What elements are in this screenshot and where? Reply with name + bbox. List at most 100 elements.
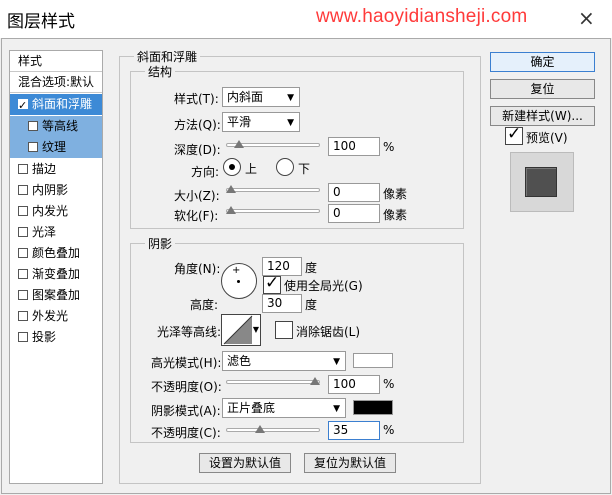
depth-label: 深度(D): (174, 143, 221, 157)
checkbox-color-overlay[interactable] (18, 248, 28, 258)
chevron-down-icon: ▼ (333, 357, 340, 367)
soften-unit: 像素 (383, 208, 408, 222)
shadow-opacity-track[interactable] (226, 428, 320, 432)
list-item-contour[interactable]: 等高线 (10, 116, 102, 137)
list-item-outer-glow[interactable]: 外发光 (10, 306, 102, 327)
depth-input[interactable]: 100 (328, 137, 380, 156)
shadow-opacity-label: 不透明度(C): (151, 426, 221, 440)
angle-unit: 度 (305, 261, 318, 275)
technique-select[interactable]: 平滑 ▼ (222, 112, 300, 132)
chevron-down-icon: ▼ (333, 404, 340, 414)
size-slider-thumb[interactable] (226, 185, 236, 193)
highlight-opacity-unit: % (383, 377, 395, 391)
watermark-text: www.haoyidiansheji.com (316, 6, 528, 27)
size-input[interactable]: 0 (328, 183, 380, 202)
highlight-opacity-label: 不透明度(O): (151, 380, 222, 394)
make-default-button[interactable]: 设置为默认值 (199, 453, 291, 473)
checkbox-texture[interactable] (28, 142, 38, 152)
direction-down-radio[interactable] (276, 158, 294, 176)
bevel-style-value: 内斜面 (227, 90, 264, 104)
list-item-drop-shadow[interactable]: 投影 (10, 327, 102, 348)
shading-title: 阴影 (145, 235, 176, 252)
highlight-opacity-input[interactable]: 100 (328, 375, 380, 394)
shadow-opacity-unit: % (383, 423, 395, 437)
contour-preview-icon (223, 315, 253, 345)
shadow-opacity-thumb[interactable] (255, 425, 266, 433)
direction-up-radio[interactable] (223, 158, 241, 176)
list-item-texture[interactable]: 纹理 (10, 137, 102, 158)
chevron-down-icon: ▼ (287, 93, 294, 103)
checkbox-stroke[interactable] (18, 164, 28, 174)
list-item-pattern-overlay[interactable]: 图案叠加 (10, 285, 102, 306)
list-item-blending-options[interactable]: 混合选项:默认 (10, 72, 102, 93)
checkbox-drop-shadow[interactable] (18, 332, 28, 342)
shadow-opacity-input[interactable]: 35 (328, 421, 380, 440)
list-item-stroke[interactable]: 描边 (10, 159, 102, 180)
list-item-styles[interactable]: 样式 (10, 51, 102, 72)
new-style-button[interactable]: 新建样式(W)... (490, 106, 595, 126)
checkbox-outer-glow[interactable] (18, 311, 28, 321)
altitude-input[interactable]: 30 (262, 294, 302, 313)
highlight-opacity-track[interactable] (226, 380, 320, 384)
ok-button[interactable]: 确定 (490, 52, 595, 72)
gloss-contour-picker[interactable]: ▼ (221, 314, 261, 346)
list-item-inner-shadow[interactable]: 内阴影 (10, 180, 102, 201)
direction-down-label: 下 (298, 162, 311, 176)
direction-label: 方向: (191, 165, 220, 179)
checkbox-gradient-overlay[interactable] (18, 269, 28, 279)
close-icon[interactable]: × (578, 6, 595, 30)
list-item-color-overlay[interactable]: 颜色叠加 (10, 243, 102, 264)
checkbox-satin[interactable] (18, 227, 28, 237)
soften-slider-track[interactable] (226, 209, 320, 213)
size-unit: 像素 (383, 187, 408, 201)
shadow-mode-value: 正片叠底 (227, 401, 276, 415)
angle-dial[interactable]: + (221, 263, 257, 299)
size-slider-track[interactable] (226, 188, 320, 192)
altitude-unit: 度 (305, 298, 318, 312)
list-item-gradient-overlay[interactable]: 渐变叠加 (10, 264, 102, 285)
style-preview-frame (510, 152, 574, 212)
checkbox-inner-shadow[interactable] (18, 185, 28, 195)
highlight-color-swatch[interactable] (353, 353, 393, 368)
shadow-color-swatch[interactable] (353, 400, 393, 415)
checkbox-pattern-overlay[interactable] (18, 290, 28, 300)
global-light-checkbox[interactable] (263, 273, 281, 294)
list-item-inner-glow[interactable]: 内发光 (10, 201, 102, 222)
highlight-opacity-thumb[interactable] (310, 377, 320, 385)
reset-button[interactable]: 复位 (490, 79, 595, 99)
highlight-mode-label: 高光模式(H): (151, 356, 222, 370)
technique-label: 方法(Q): (174, 118, 221, 132)
highlight-mode-select[interactable]: 滤色 ▼ (222, 351, 346, 371)
gloss-contour-label: 光泽等高线: (157, 325, 222, 339)
preview-label: 预览(V) (526, 131, 568, 145)
checkbox-bevel-emboss[interactable] (18, 95, 28, 116)
angle-center-dot (237, 280, 240, 283)
list-item-bevel-emboss[interactable]: 斜面和浮雕 (10, 94, 102, 116)
checkbox-inner-glow[interactable] (18, 206, 28, 216)
angle-crosshair-icon: + (232, 265, 241, 276)
preview-checkbox[interactable] (505, 124, 523, 145)
dialog-title: 图层样式 (7, 12, 75, 32)
highlight-mode-value: 滤色 (227, 354, 252, 368)
altitude-label: 高度: (190, 298, 219, 312)
depth-unit: % (383, 140, 395, 154)
anti-alias-label: 消除锯齿(L) (296, 325, 361, 339)
shadow-mode-select[interactable]: 正片叠底 ▼ (222, 398, 346, 418)
direction-up-label: 上 (245, 162, 258, 176)
reset-default-button[interactable]: 复位为默认值 (304, 453, 396, 473)
depth-slider-thumb[interactable] (234, 140, 245, 148)
checkbox-contour[interactable] (28, 121, 38, 131)
size-label: 大小(Z): (174, 189, 220, 203)
structure-title: 结构 (145, 63, 176, 80)
angle-label: 角度(N): (174, 262, 221, 276)
shadow-mode-label: 阴影模式(A): (151, 404, 221, 418)
soften-slider-thumb[interactable] (226, 206, 236, 214)
anti-alias-checkbox[interactable] (275, 321, 293, 339)
technique-value: 平滑 (227, 115, 252, 129)
style-preview-swatch (525, 167, 557, 197)
bevel-style-select[interactable]: 内斜面 ▼ (222, 87, 300, 107)
soften-label: 软化(F): (174, 209, 219, 223)
soften-input[interactable]: 0 (328, 204, 380, 223)
chevron-down-icon: ▼ (252, 325, 259, 334)
list-item-satin[interactable]: 光泽 (10, 222, 102, 243)
